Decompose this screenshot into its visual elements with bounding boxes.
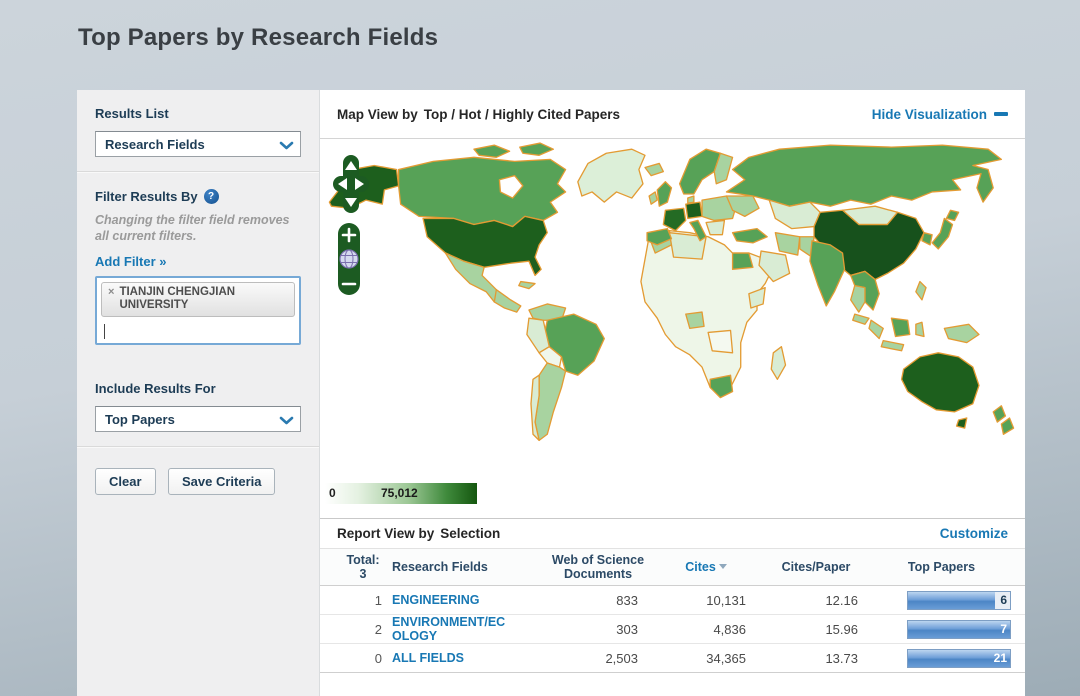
page-title: Top Papers by Research Fields [78, 24, 438, 52]
top-papers-bar-fill [908, 621, 1010, 638]
column-header-top-papers[interactable]: Top Papers [872, 560, 1011, 574]
legend-max-value: 75,012 [381, 486, 418, 500]
chevron-down-icon [279, 139, 294, 154]
include-results-selected-value: Top Papers [105, 412, 175, 427]
include-results-heading: Include Results For [95, 381, 301, 396]
cites-value: 4,836 [652, 622, 760, 637]
row-rank: 2 [334, 622, 392, 637]
sort-desc-icon [719, 564, 727, 569]
chevron-down-icon [279, 414, 294, 429]
research-field-link[interactable]: ALL FIELDS [392, 651, 464, 665]
cites-label: Cites [685, 560, 716, 574]
customize-link[interactable]: Customize [940, 526, 1008, 541]
results-list-selected-value: Research Fields [105, 137, 205, 152]
map-zoom-control[interactable] [336, 221, 362, 302]
hide-visualization-label: Hide Visualization [872, 107, 987, 122]
top-papers-value: 6 [1000, 592, 1007, 609]
top-papers-bar: 7 [907, 620, 1011, 639]
column-header-wos-documents[interactable]: Web of Science Documents [550, 553, 646, 582]
map-view-prefix: Map View by [337, 107, 418, 122]
text-cursor [104, 324, 105, 339]
world-map[interactable] [320, 139, 1025, 475]
filter-results-heading: Filter Results By [95, 189, 198, 204]
results-list-heading: Results List [95, 106, 301, 121]
globe-icon [340, 250, 358, 268]
cites-value: 10,131 [652, 593, 760, 608]
wos-documents-value: 2,503 [544, 651, 652, 666]
column-header-cites-per-paper[interactable]: Cites/Paper [760, 560, 872, 574]
table-row: 2 ENVIRONMENT/ECOLOGY 303 4,836 15.96 7 [320, 615, 1025, 644]
top-papers-bar: 21 [907, 649, 1011, 668]
report-view-value: Selection [440, 526, 500, 541]
map-view-header: Map View by Top / Hot / Highly Cited Pape… [320, 90, 1025, 139]
cites-per-paper-value: 13.73 [760, 651, 872, 666]
top-papers-bar-fill [908, 592, 995, 609]
table-row: 0 ALL FIELDS 2,503 34,365 13.73 21 [320, 644, 1025, 673]
table-header-row: Total: 3 Research Fields Web of Science … [320, 548, 1025, 586]
hide-visualization-link[interactable]: Hide Visualization [872, 107, 1008, 122]
include-results-section: Include Results For Top Papers [77, 359, 319, 446]
map-legend: 0 75,012 [325, 483, 477, 504]
cites-per-paper-value: 15.96 [760, 622, 872, 637]
row-rank: 1 [334, 593, 392, 608]
top-papers-value: 7 [1000, 621, 1007, 638]
main-panel: Map View by Top / Hot / Highly Cited Pape… [320, 90, 1025, 696]
add-filter-link[interactable]: Add Filter » [95, 254, 167, 269]
report-view-prefix: Report View by [337, 526, 434, 541]
remove-filter-icon[interactable]: × [108, 286, 114, 299]
cites-value: 34,365 [652, 651, 760, 666]
research-field-link[interactable]: ENVIRONMENT/ECOLOGY [392, 615, 510, 644]
filter-results-section: Filter Results By ? Changing the filter … [77, 173, 319, 359]
filter-note: Changing the filter field removes all cu… [95, 212, 301, 245]
save-criteria-button[interactable]: Save Criteria [168, 468, 276, 495]
sidebar-actions: Clear Save Criteria [77, 448, 319, 509]
filter-tag[interactable]: × TIANJIN CHENGJIAN UNIVERSITY [101, 282, 295, 318]
results-list-section: Results List Research Fields [77, 90, 319, 171]
top-papers-value: 21 [994, 650, 1007, 667]
cites-per-paper-value: 12.16 [760, 593, 872, 608]
choropleth-map-svg [320, 139, 1025, 475]
include-results-select[interactable]: Top Papers [95, 406, 301, 432]
results-list-select[interactable]: Research Fields [95, 131, 301, 157]
filter-input-box[interactable]: × TIANJIN CHENGJIAN UNIVERSITY [95, 276, 301, 346]
wos-documents-value: 833 [544, 593, 652, 608]
research-field-link[interactable]: ENGINEERING [392, 593, 480, 607]
total-label: Total: [334, 553, 392, 567]
total-value: 3 [334, 567, 392, 581]
table-row: 1 ENGINEERING 833 10,131 12.16 6 [320, 586, 1025, 615]
map-pan-control[interactable] [330, 153, 372, 220]
row-rank: 0 [334, 651, 392, 666]
wos-documents-value: 303 [544, 622, 652, 637]
map-view-value: Top / Hot / Highly Cited Papers [424, 107, 620, 122]
clear-button[interactable]: Clear [95, 468, 156, 495]
report-view-header: Report View by Selection Customize [320, 518, 1025, 548]
help-icon[interactable]: ? [204, 189, 219, 204]
top-papers-bar: 6 [907, 591, 1011, 610]
filters-sidebar: Results List Research Fields Filter Resu… [77, 90, 320, 696]
column-header-research-fields[interactable]: Research Fields [392, 560, 544, 574]
column-header-cites[interactable]: Cites [652, 560, 760, 574]
legend-min-value: 0 [329, 486, 336, 500]
filter-tag-label: TIANJIN CHENGJIAN UNIVERSITY [119, 286, 287, 314]
minus-icon [994, 112, 1008, 116]
